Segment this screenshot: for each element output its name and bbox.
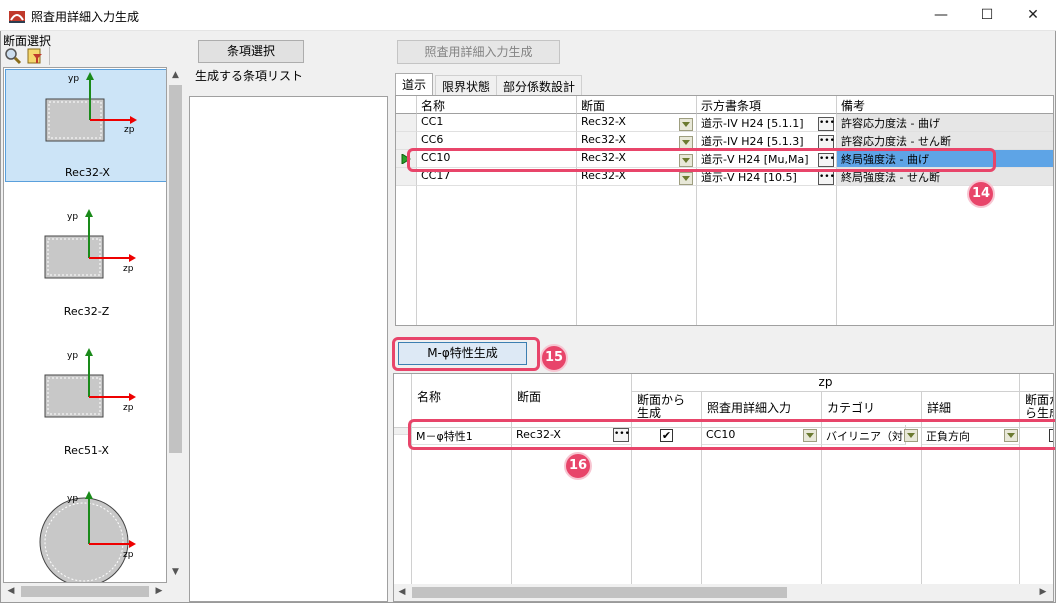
axis-y-label: yp: [68, 74, 80, 84]
tab-doji[interactable]: 道示: [395, 73, 434, 96]
column-header-clause[interactable]: 示方書条項: [697, 96, 837, 114]
scrollbar-thumb[interactable]: [21, 586, 149, 597]
section-shape: [39, 491, 136, 582]
axis-z-label: zp: [123, 403, 134, 413]
clause-grid[interactable]: 名称 断面 示方書条項 備考 CC1 Rec32-X 道示-IV H24 [5.…: [395, 95, 1054, 326]
axis-y-label: yp: [67, 494, 79, 504]
column-header-section[interactable]: 断面: [577, 96, 697, 114]
tab-partial-factor[interactable]: 部分係数設計: [496, 75, 583, 95]
window-title: 照査用詳細入力生成: [31, 10, 140, 24]
highlight-row-annotation: [407, 148, 996, 172]
column-group-header-zp: zp: [632, 374, 1020, 392]
column-header-note[interactable]: 備考: [837, 96, 1053, 114]
vertical-scrollbar[interactable]: ▲ ▼: [167, 67, 184, 583]
axis-y-label: yp: [67, 351, 79, 361]
clause-list-label: 生成する条項リスト: [195, 69, 304, 83]
grid-line: [511, 428, 512, 601]
close-button[interactable]: ✕: [1010, 0, 1056, 31]
thumb-label: Rec51-X: [64, 444, 109, 457]
tab-limit-state[interactable]: 限界状態: [435, 75, 498, 95]
toolbar-divider: [49, 47, 50, 65]
grid-line: [821, 428, 822, 601]
cell-clause[interactable]: 道示-IV H24 [5.1.1]: [697, 114, 837, 132]
scroll-right-arrow[interactable]: ▶: [1037, 587, 1049, 597]
app-icon: [9, 11, 25, 23]
cell-note[interactable]: 許容応力度法 - 曲げ: [837, 114, 1053, 132]
callout-15: 15: [540, 344, 568, 372]
search-icon[interactable]: [3, 46, 23, 66]
callout-16: 16: [564, 452, 592, 480]
scroll-down-arrow[interactable]: ▼: [167, 567, 184, 577]
mphi-row-annotation: [408, 419, 1056, 450]
maximize-button[interactable]: ☐: [964, 0, 1010, 31]
scroll-up-arrow[interactable]: ▲: [167, 70, 184, 80]
row-header-corner: [396, 96, 417, 114]
ellipsis-button[interactable]: •••: [818, 171, 835, 185]
grid-line: [701, 428, 702, 601]
select-clauses-button[interactable]: 条項選択: [198, 40, 304, 63]
axis-z-label: zp: [124, 125, 135, 135]
scroll-right-arrow[interactable]: ▶: [153, 586, 165, 596]
ellipsis-button[interactable]: •••: [818, 135, 835, 149]
ellipsis-button[interactable]: •••: [818, 117, 835, 131]
scroll-left-arrow[interactable]: ◀: [5, 586, 17, 596]
axis-z-label: zp: [123, 264, 134, 274]
scrollbar-thumb[interactable]: [412, 587, 787, 598]
horizontal-scrollbar[interactable]: ◀ ▶: [3, 583, 167, 600]
thumb-circle[interactable]: yp zp: [5, 486, 166, 582]
horizontal-scrollbar[interactable]: ◀ ▶: [394, 584, 1053, 601]
grid-line: [631, 428, 632, 601]
thumb-rec32-z[interactable]: yp zp Rec32-Z: [5, 208, 166, 321]
thumb-label: Rec32-Z: [63, 305, 110, 318]
callout-14: 14: [967, 180, 995, 208]
scrollbar-thumb[interactable]: [169, 85, 182, 453]
axis-y-label: yp: [67, 212, 79, 222]
grid-line: [1019, 428, 1020, 601]
column-group-header-next: [1020, 374, 1053, 392]
scroll-left-arrow[interactable]: ◀: [396, 587, 408, 597]
mphi-generate-button[interactable]: M-φ特性生成: [398, 342, 527, 365]
section-shape: [45, 72, 137, 142]
axis-z-label: zp: [123, 550, 134, 560]
thumb-rec32-x[interactable]: yp zp Rec32-X: [5, 69, 166, 182]
section-thumbnail-list[interactable]: yp zp Rec32-X yp zp Rec32-Z yp zp Rec51-…: [3, 67, 167, 583]
section-dropdown-icon[interactable]: [679, 172, 693, 185]
section-shape: [44, 348, 136, 418]
column-header-name[interactable]: 名称: [417, 96, 577, 114]
title-bar: [0, 0, 1056, 31]
row-selector[interactable]: [396, 114, 417, 132]
section-dropdown-icon[interactable]: [679, 118, 693, 131]
minimize-button[interactable]: —: [918, 0, 964, 31]
filter-edit-icon[interactable]: [25, 46, 45, 66]
clause-list[interactable]: [189, 96, 388, 602]
grid-line: [411, 428, 412, 601]
cell-name[interactable]: CC1: [417, 114, 577, 132]
section-shape: [44, 209, 136, 279]
mphi-grid[interactable]: 名称 断面 zp 断面から生成 照査用詳細入力 カテゴリ 詳細 断面から生成 M…: [393, 373, 1054, 602]
generate-detail-input-button[interactable]: 照査用詳細入力生成: [397, 40, 560, 64]
thumb-rec51-x[interactable]: yp zp Rec51-X: [5, 347, 166, 460]
thumb-label: Rec32-X: [65, 166, 110, 179]
grid-line: [921, 428, 922, 601]
